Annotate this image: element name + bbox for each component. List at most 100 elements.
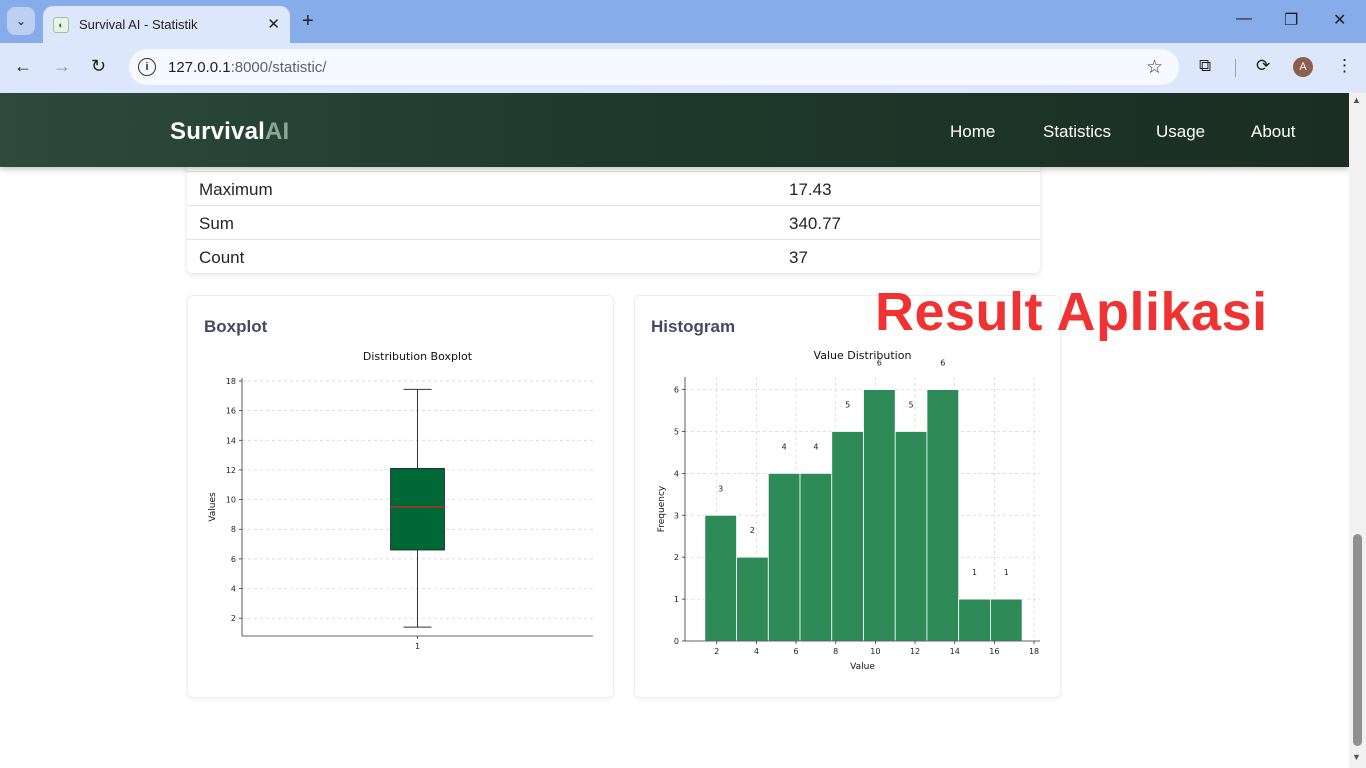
scroll-down-icon[interactable]: ▼ — [1352, 752, 1361, 762]
bar-value-label: 5 — [909, 400, 914, 409]
histogram-bar — [958, 598, 991, 642]
y-tick-label: 12 — [226, 466, 236, 475]
browser-tab-bar: ⌄ ◐ Survival AI - Statistik ✕ + — ❐ ✕ — [0, 0, 1366, 43]
chevron-down-icon: ⌄ — [15, 14, 27, 28]
histogram-bar — [704, 514, 737, 642]
kebab-menu-icon[interactable]: ⋮ — [1336, 56, 1353, 76]
y-tick-label: 10 — [226, 496, 236, 505]
bar-value-label: 3 — [718, 484, 723, 493]
boxplot-card: Boxplot Distribution Boxplot 2 4 6 8 10 12 14 16… — [187, 295, 614, 698]
reload-icon[interactable]: ↻ — [91, 56, 106, 77]
y-tick-label: 4 — [674, 469, 679, 478]
table-row: Maximum 17.43 — [187, 171, 1040, 205]
bar-value-label: 2 — [750, 526, 755, 535]
x-tick-label: 2 — [714, 647, 719, 656]
nav-link-about[interactable]: About — [1251, 122, 1295, 142]
tab-search-button[interactable]: ⌄ — [7, 7, 35, 35]
minimize-icon[interactable]: — — [1236, 10, 1252, 28]
x-tick-label: 10 — [870, 647, 880, 656]
y-tick-label: 2 — [674, 553, 679, 562]
stat-label: Count — [199, 248, 245, 267]
url-path: :8000/statistic/ — [230, 59, 327, 76]
x-axis-label: Value — [850, 662, 875, 672]
y-tick-label: 18 — [226, 377, 236, 386]
histogram-chart: 324 456561 1Value Distribution01234562 4 6 8 1… — [657, 349, 1040, 672]
histogram-bar — [799, 472, 833, 642]
url-host: 127.0.0.1 — [168, 59, 231, 76]
extensions-icon[interactable]: ⧉ — [1199, 56, 1211, 76]
x-tick-label: 16 — [989, 647, 999, 656]
browser-tab[interactable]: ◐ Survival AI - Statistik ✕ — [43, 6, 290, 43]
x-tick-label: 8 — [833, 647, 838, 656]
y-axis-label: Values — [208, 492, 218, 522]
window-close-icon[interactable]: ✕ — [1333, 10, 1346, 30]
favicon-icon: ◐ — [53, 16, 69, 33]
profile-avatar[interactable]: A — [1293, 57, 1313, 77]
url-text[interactable]: 127.0.0.1:8000/statistic/ — [168, 59, 326, 76]
nav-link-home[interactable]: Home — [950, 122, 995, 142]
y-tick-label: 0 — [674, 637, 679, 646]
y-tick-label: 16 — [226, 407, 236, 416]
site-info-icon[interactable]: i — [138, 58, 156, 76]
y-tick-label: 3 — [674, 511, 679, 520]
stat-label: Sum — [199, 214, 234, 233]
nav-link-usage[interactable]: Usage — [1156, 122, 1205, 142]
y-tick-label: 5 — [674, 427, 679, 436]
bookmark-star-icon[interactable]: ☆ — [1146, 56, 1163, 79]
x-tick-label: 4 — [754, 647, 759, 656]
scroll-thumb[interactable] — [1353, 534, 1362, 746]
histogram-bar — [990, 598, 1023, 642]
stat-label: Maximum — [199, 180, 273, 199]
back-icon[interactable]: ← — [14, 56, 32, 77]
histogram-bar — [926, 389, 960, 642]
histogram-bar — [767, 472, 801, 642]
restore-icon[interactable]: ❐ — [1284, 10, 1298, 30]
boxplot-chart: Distribution Boxplot 2 4 6 8 10 12 14 16 18 1 Value… — [208, 350, 593, 651]
x-tick-label: 12 — [910, 647, 920, 656]
close-tab-icon[interactable]: ✕ — [267, 15, 280, 33]
result-overlay-text: Result Aplikasi — [875, 282, 1268, 342]
forward-icon[interactable]: → — [53, 56, 71, 77]
x-tick-label: 1 — [415, 642, 420, 651]
y-tick-label: 6 — [231, 555, 236, 564]
stat-value: 17.43 — [789, 180, 832, 199]
y-tick-label: 8 — [231, 525, 236, 534]
table-row: Count 37 — [187, 239, 1040, 273]
histogram-bar — [863, 389, 896, 642]
histogram-bar — [736, 556, 769, 642]
iqr-box — [390, 468, 445, 551]
brand-accent: AI — [265, 118, 290, 145]
x-tick-label: 18 — [1029, 647, 1039, 656]
y-tick-label: 6 — [674, 386, 679, 395]
new-tab-icon[interactable]: + — [302, 10, 314, 33]
y-tick-label: 14 — [226, 436, 236, 445]
stat-value: 340.77 — [789, 214, 841, 233]
nav-link-statistics[interactable]: Statistics — [1043, 122, 1111, 142]
bar-value-label: 5 — [845, 400, 850, 409]
histogram-card: Histogram 3 2 4 4 5 6 5 6 1 1 Value Distribution 0 1… — [634, 295, 1061, 698]
x-tick-label: 14 — [950, 647, 960, 656]
page-scrollbar[interactable]: ▲ ▼ — [1349, 93, 1366, 768]
toolbar-divider — [1235, 59, 1236, 77]
tab-title: Survival AI - Statistik — [79, 17, 198, 32]
histogram-bar — [831, 431, 864, 642]
y-tick-label: 1 — [674, 595, 679, 604]
brand-logo[interactable]: SurvivalAI — [170, 118, 289, 146]
y-tick-label: 2 — [231, 614, 236, 623]
y-axis-label: Frequency — [657, 485, 667, 532]
statistics-table: Maximum 17.43 Sum 340.77 Count 37 — [187, 155, 1040, 273]
performance-icon[interactable]: ⟳ — [1256, 56, 1270, 76]
bar-value-label: 4 — [813, 442, 818, 451]
bar-value-label: 1 — [972, 568, 977, 577]
histogram-bar — [894, 431, 928, 642]
site-navbar: SurvivalAI Home Statistics Usage About — [0, 93, 1349, 167]
bar-value-label: 1 — [1004, 568, 1009, 577]
scroll-up-icon[interactable]: ▲ — [1352, 95, 1361, 105]
bar-value-label: 4 — [782, 442, 787, 451]
address-bar[interactable]: i 127.0.0.1:8000/statistic/ ☆ — [129, 49, 1179, 85]
chart-title: Value Distribution — [814, 349, 912, 362]
chart-title: Distribution Boxplot — [363, 350, 473, 363]
stat-value: 37 — [789, 248, 808, 267]
y-tick-label: 4 — [231, 585, 236, 594]
browser-toolbar: ← → ↻ i 127.0.0.1:8000/statistic/ ☆ ⧉ ⟳ … — [0, 43, 1366, 93]
